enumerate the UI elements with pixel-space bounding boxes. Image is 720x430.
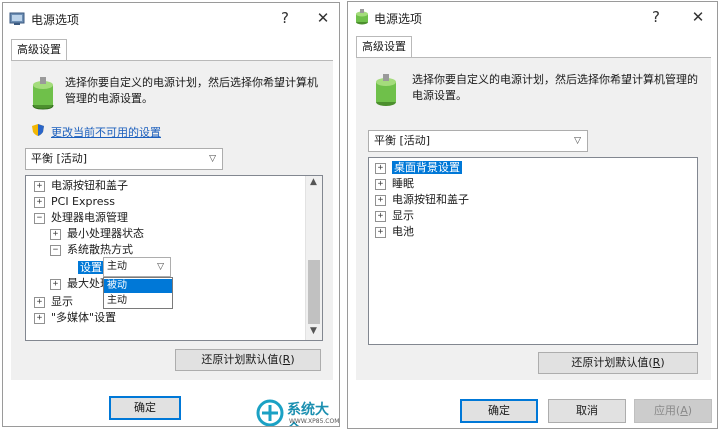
chevron-down-icon: ▽ [574,136,581,146]
left-description: 选择你要自定义的电源计划，然后选择你希望计算机管理的电源设置。 [65,76,318,105]
cooling-policy-combobox[interactable]: 主动 ▽ [103,257,171,277]
left-window-title: 电源选项 [31,13,80,27]
power-options-icon [356,9,368,25]
left-restore-defaults-button[interactable]: 还原计划默认值(R) [175,349,321,371]
left-settings-tree[interactable]: + 电源按钮和盖子 + PCI Express − 处理器电源管理 + 最小处理器状态 … [25,175,323,341]
right-close-button[interactable]: ✕ [688,8,708,26]
right-window-title: 电源选项 [374,12,423,26]
tree-node[interactable]: + 显示 [34,294,73,310]
right-plan-combobox[interactable]: 平衡 [活动] ▽ [368,130,588,152]
right-help-button[interactable]: ? [646,8,666,26]
chevron-down-icon: ▽ [209,154,216,164]
cooling-policy-value: 主动 [107,261,127,272]
left-plan-combobox[interactable]: 平衡 [活动] ▽ [25,148,223,170]
right-restore-defaults-button[interactable]: 还原计划默认值(R) [538,352,698,374]
left-title-bar[interactable]: 电源选项 ? ✕ [3,3,339,33]
shield-icon [32,124,44,136]
tree-node[interactable]: + "多媒体"设置 [34,310,116,326]
expand-icon[interactable]: + [34,296,45,308]
tree-node[interactable]: + 显示 [375,208,414,224]
left-tree-scrollbar[interactable]: ▲ ▼ [305,176,322,340]
tree-node[interactable]: + 最小处理器状态 [50,226,144,242]
expand-icon[interactable]: + [34,312,45,324]
tree-node[interactable]: + 电池 [375,224,414,240]
left-ok-button[interactable]: 确定 [109,396,181,420]
chevron-down-icon: ▽ [157,262,164,272]
left-dialog: 电源选项 ? ✕ 高级设置 选择你要自定义的电源计划，然后选择你希望计算机管理的… [2,2,340,427]
tree-node[interactable]: − 系统散热方式 [50,242,133,258]
dropdown-option-passive[interactable]: 被动 [104,279,172,293]
scroll-thumb[interactable] [308,260,320,324]
left-help-button[interactable]: ? [275,9,295,27]
tree-node[interactable]: − 处理器电源管理 [34,210,128,226]
expand-icon[interactable]: + [34,180,45,192]
expand-icon[interactable]: + [50,278,61,290]
tree-node[interactable]: + PCI Express [34,194,115,210]
watermark-logo-icon [256,399,284,426]
left-tab-advanced[interactable]: 高级设置 [11,39,67,61]
expand-icon[interactable]: + [34,196,45,208]
expand-icon[interactable]: + [375,226,386,238]
watermark-url: WWW.XP85.COM [289,418,340,425]
right-plan-combobox-value: 平衡 [活动] [374,134,431,147]
tree-node[interactable]: + 睡眠 [375,176,414,192]
tree-node[interactable]: + 桌面背景设置 [375,160,462,176]
change-unavailable-settings-link[interactable]: 更改当前不可用的设置 [51,124,161,140]
expand-icon[interactable]: + [50,228,61,240]
right-cancel-button[interactable]: 取消 [548,399,626,423]
right-ok-button[interactable]: 确定 [460,399,538,423]
scroll-up-icon[interactable]: ▲ [310,177,317,187]
left-plan-combobox-value: 平衡 [活动] [31,152,88,165]
expand-icon[interactable]: + [375,178,386,190]
cooling-policy-dropdown[interactable]: 被动 主动 [103,277,173,309]
tree-node[interactable]: + 电源按钮和盖子 [34,178,128,194]
left-close-button[interactable]: ✕ [313,9,333,27]
right-settings-tree[interactable]: + 桌面背景设置 + 睡眠 + 电源按钮和盖子 + 显示 + 电池 [368,157,698,345]
battery-plan-icon [32,77,54,110]
scroll-down-icon[interactable]: ▼ [310,326,317,336]
battery-plan-icon [376,74,396,106]
expand-icon[interactable]: + [375,210,386,222]
right-description: 选择你要自定义的电源计划，然后选择你希望计算机管理的电源设置。 [412,73,698,102]
expand-icon[interactable]: + [375,194,386,206]
tree-node[interactable]: + 电源按钮和盖子 [375,192,469,208]
right-dialog: 电源选项 ? ✕ 高级设置 选择你要自定义的电源计划，然后选择你希望计算机管理的… [347,1,718,429]
right-apply-button[interactable]: 应用(A) [634,399,712,423]
expand-icon[interactable]: + [375,162,386,174]
right-tab-advanced[interactable]: 高级设置 [356,36,412,58]
collapse-icon[interactable]: − [34,212,45,224]
power-options-icon [9,12,25,25]
right-title-bar[interactable]: 电源选项 ? ✕ [348,2,717,32]
collapse-icon[interactable]: − [50,244,61,256]
dropdown-option-active[interactable]: 主动 [104,294,172,308]
